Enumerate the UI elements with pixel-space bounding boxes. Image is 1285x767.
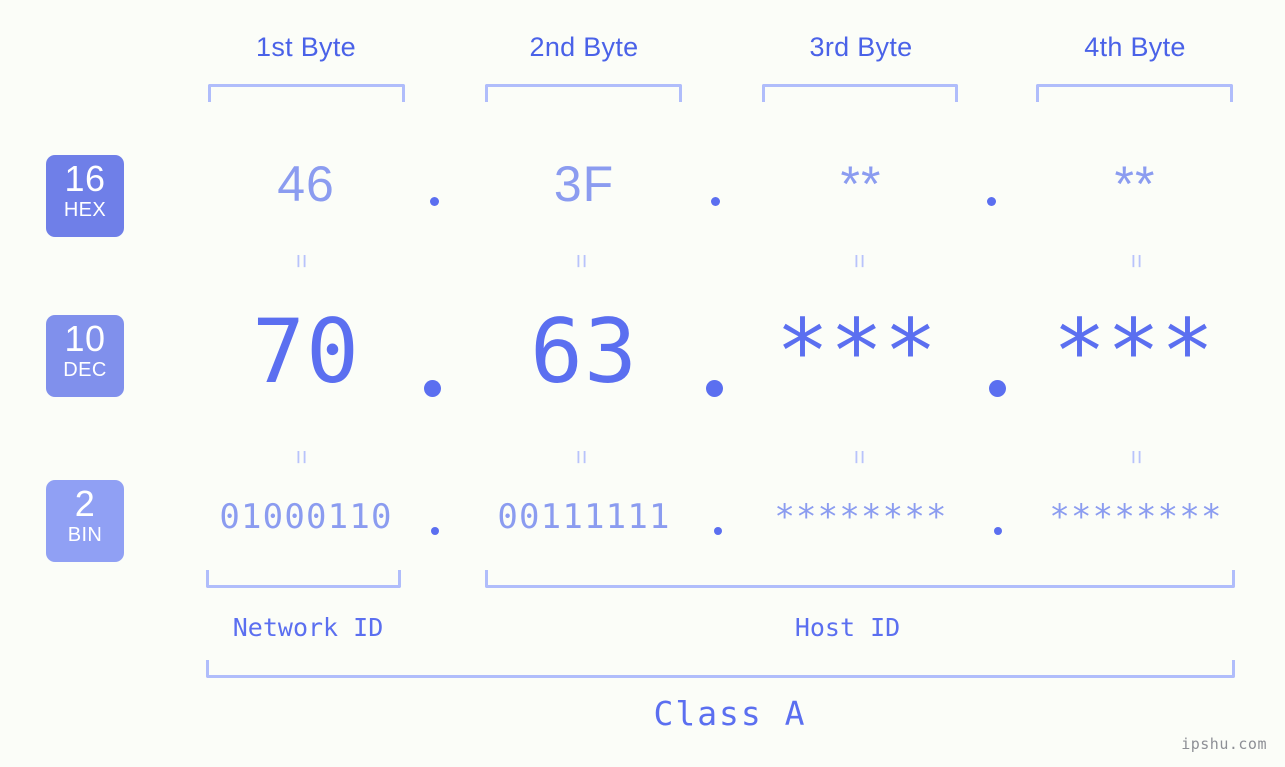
dec-separator-dot-1 (424, 380, 441, 397)
hex-separator-dot-2 (711, 197, 720, 206)
hex-separator-dot-3 (987, 197, 996, 206)
base-badge-hex-name: HEX (63, 199, 107, 221)
class-bracket (206, 660, 1235, 678)
equals-mark-hex-dec-2: = (567, 253, 596, 268)
hex-byte-1: 46 (277, 156, 335, 212)
byte-bracket-4 (1036, 84, 1233, 102)
base-badge-bin-name: BIN (67, 524, 103, 546)
bin-byte-4: ******** (1049, 497, 1223, 537)
base-badge-dec-name: DEC (63, 359, 107, 381)
hex-byte-3: ** (840, 156, 882, 212)
hex-byte-2: 3F (553, 156, 615, 212)
dec-byte-4: *** (1053, 300, 1215, 403)
base-badge-bin-number: 2 (74, 483, 96, 524)
hex-byte-4: ** (1114, 156, 1156, 212)
byte-header-2: 2nd Byte (529, 32, 639, 62)
dec-separator-dot-3 (989, 380, 1006, 397)
base-badge-dec: 10 DEC (46, 315, 124, 397)
byte-header-1: 1st Byte (256, 32, 356, 62)
base-badge-hex: 16 HEX (46, 155, 124, 237)
dec-byte-1: 70 (252, 300, 360, 403)
equals-mark-dec-bin-2: = (567, 449, 596, 464)
byte-header-3: 3rd Byte (809, 32, 913, 62)
ip-address-breakdown-diagram: 1st Byte 2nd Byte 3rd Byte 4th Byte 16 H… (0, 0, 1285, 767)
byte-bracket-2 (485, 84, 682, 102)
bin-separator-dot-1 (431, 527, 439, 535)
dec-separator-dot-2 (706, 380, 723, 397)
bin-separator-dot-3 (994, 527, 1002, 535)
byte-bracket-1 (208, 84, 405, 102)
byte-header-4: 4th Byte (1084, 32, 1186, 62)
host-id-bracket (485, 570, 1235, 588)
network-id-label: Network ID (232, 613, 384, 642)
site-watermark: ipshu.com (1181, 735, 1267, 753)
byte-bracket-3 (762, 84, 958, 102)
equals-mark-hex-dec-3: = (845, 253, 874, 268)
base-badge-hex-number: 16 (64, 158, 106, 199)
base-badge-bin: 2 BIN (46, 480, 124, 562)
equals-mark-hex-dec-4: = (1122, 253, 1151, 268)
base-badge-dec-number: 10 (64, 318, 106, 359)
equals-mark-dec-bin-3: = (845, 449, 874, 464)
host-id-label: Host ID (794, 613, 901, 642)
network-id-bracket (206, 570, 401, 588)
bin-byte-3: ******** (774, 497, 948, 537)
bin-byte-2: 00111111 (497, 497, 671, 537)
equals-mark-hex-dec-1: = (287, 253, 316, 268)
bin-separator-dot-2 (714, 527, 722, 535)
equals-mark-dec-bin-4: = (1122, 449, 1151, 464)
equals-mark-dec-bin-1: = (287, 449, 316, 464)
hex-separator-dot-1 (430, 197, 439, 206)
class-label: Class A (653, 694, 807, 733)
dec-byte-3: *** (776, 300, 938, 403)
dec-byte-2: 63 (530, 300, 638, 403)
bin-byte-1: 01000110 (219, 497, 393, 537)
